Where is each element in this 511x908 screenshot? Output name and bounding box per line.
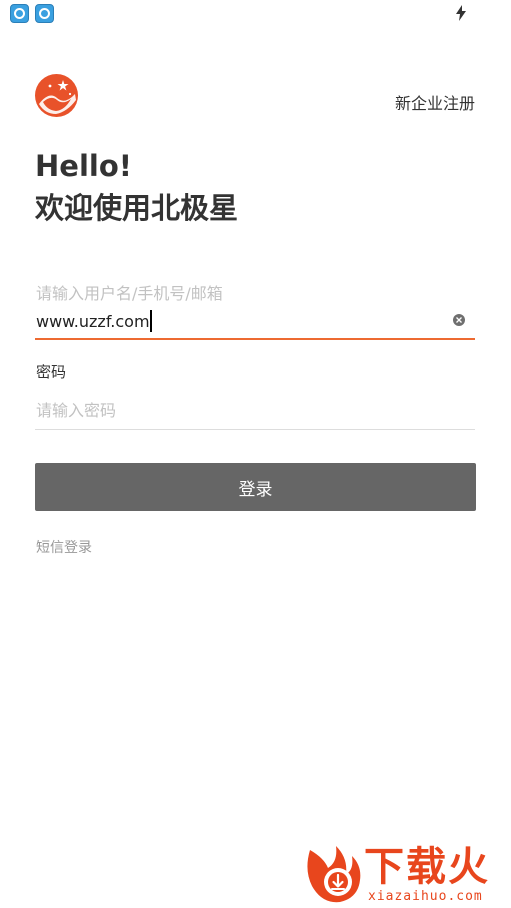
clear-circle-icon[interactable] [453,314,465,326]
username-value: www.uzzf.com [36,311,150,331]
register-enterprise-link[interactable]: 新企业注册 [395,90,475,114]
watermark: 下载火 xiazaihuo.com [302,840,507,906]
password-input[interactable] [36,393,456,427]
flame-logo-icon [307,846,361,903]
username-hint-label: 请输入用户名/手机号/邮箱 [36,284,223,303]
app-notification-icon [35,4,54,23]
login-button[interactable]: 登录 [35,463,476,511]
watermark-brand: 下载火 [364,844,490,890]
sms-login-link[interactable]: 短信登录 [36,537,92,557]
status-bar [0,0,511,28]
username-input[interactable]: www.uzzf.com [35,304,475,340]
password-field [35,393,475,430]
text-cursor [149,310,152,332]
password-label: 密码 [36,363,67,381]
app-notification-icon [10,4,29,23]
welcome-heading: 欢迎使用北极星 [35,191,239,225]
charging-bolt-icon [456,5,466,21]
hello-heading: Hello! [35,149,132,183]
north-star-logo-icon [35,74,78,117]
watermark-site: xiazaihuo.com [368,889,483,904]
